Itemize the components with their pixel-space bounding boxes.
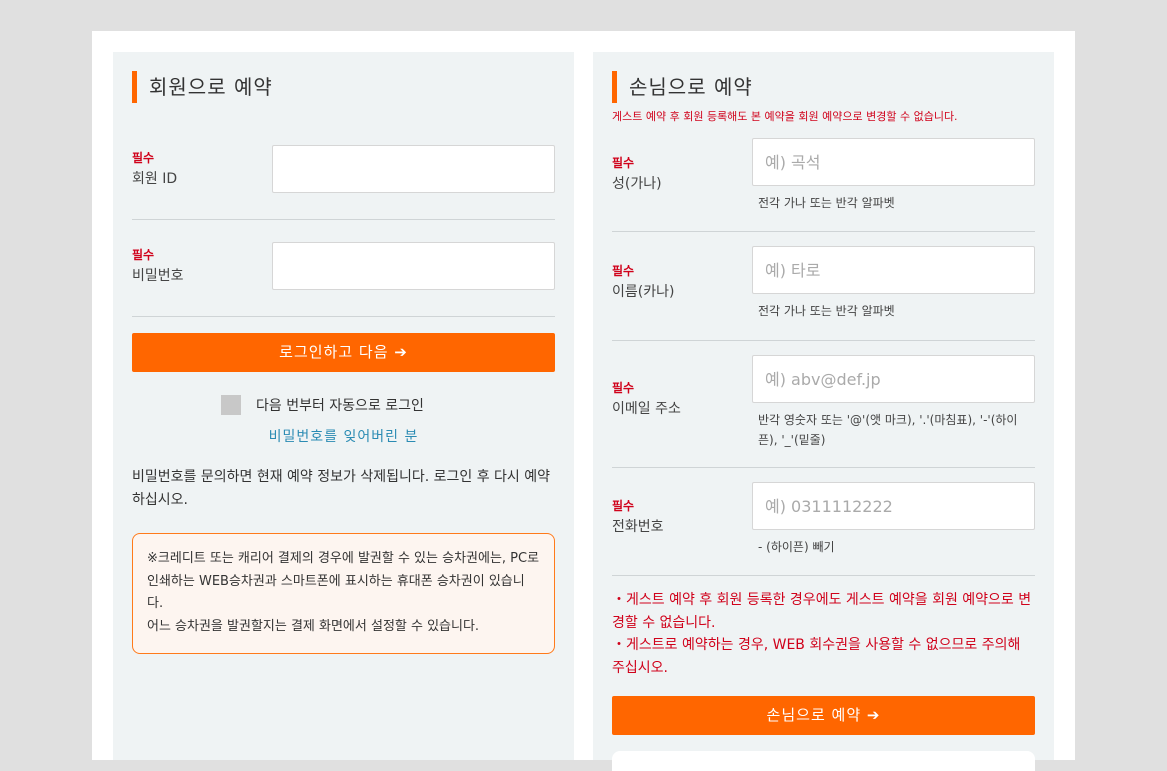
auto-login-label: 다음 번부터 자동으로 로그인 (256, 398, 424, 414)
phone-row: 필수 전화번호 - (하이픈) 빼기 (612, 482, 1035, 562)
name-label: 이름(카나) (612, 284, 675, 300)
email-hint: 반각 영숫자 또는 '@'(앳 마크), '.'(마침표), '-'(하이픈),… (758, 413, 1018, 447)
divider (612, 467, 1035, 468)
required-badge: 필수 (132, 248, 155, 262)
required-badge: 필수 (612, 499, 635, 513)
email-input[interactable] (752, 355, 1035, 403)
guest-reserve-button[interactable]: 손님으로 예약 ➔ (612, 696, 1035, 735)
login-next-button[interactable]: 로그인하고 다음 ➔ (132, 333, 555, 372)
password-label: 비밀번호 (132, 268, 184, 284)
divider (612, 231, 1035, 232)
phone-label: 전화번호 (612, 519, 664, 535)
email-label: 이메일 주소 (612, 401, 681, 417)
member-id-label: 회원 ID (132, 171, 178, 187)
required-badge: 필수 (612, 156, 635, 170)
warning-line: ・게스트 예약 후 회원 등록한 경우에도 게스트 예약을 회원 예약으로 변경… (612, 592, 1032, 631)
name-hint: 전각 가나 또는 반각 알파벳 (758, 304, 895, 318)
required-badge: 필수 (612, 264, 635, 278)
guest-note: 게스트 예약 후 회원 등록해도 본 예약을 회원 예약으로 변경할 수 없습니… (612, 110, 958, 123)
surname-label: 성(가나) (612, 176, 662, 192)
auto-login-checkbox[interactable] (221, 395, 241, 415)
guest-reservation-panel: 손님으로 예약 게스트 예약 후 회원 등록해도 본 예약을 회원 예약으로 변… (593, 52, 1054, 771)
phone-input[interactable] (752, 482, 1035, 530)
surname-input[interactable] (752, 138, 1035, 186)
divider (612, 340, 1035, 341)
guest-warnings: ・게스트 예약 후 회원 등록한 경우에도 게스트 예약을 회원 예약으로 변경… (612, 589, 1037, 679)
member-id-row: 필수 회원 ID (132, 145, 555, 193)
member-reservation-panel: 회원으로 예약 필수 회원 ID 필수 비밀번호 로그인하고 다음 ➔ 다음 번… (113, 52, 574, 760)
reservation-page: 회원으로 예약 필수 회원 ID 필수 비밀번호 로그인하고 다음 ➔ 다음 번… (92, 31, 1075, 771)
auto-login-row[interactable]: 다음 번부터 자동으로 로그인 (221, 395, 424, 415)
member-id-input[interactable] (272, 145, 555, 193)
surname-hint: 전각 가나 또는 반각 알파벳 (758, 196, 895, 210)
forgot-password-link[interactable]: 비밀번호를 잊어버린 분 (113, 426, 574, 446)
notice-line: ※크레디트 또는 캐리어 결제의 경우에 발권할 수 있는 승차권에는, PC로… (147, 551, 540, 611)
name-input[interactable] (752, 246, 1035, 294)
divider (132, 316, 555, 317)
password-info-text: 비밀번호를 문의하면 현재 예약 정보가 삭제됩니다. 로그인 후 다시 예약하… (132, 469, 551, 508)
notice-line: 어느 승차권을 발권할지는 결제 화면에서 설정할 수 있습니다. (147, 618, 480, 634)
surname-row: 필수 성(가나) 전각 가나 또는 반각 알파벳 (612, 138, 1035, 218)
ticket-notice-box: ※크레디트 또는 캐리어 결제의 경우에 발권할 수 있는 승차권에는, PC로… (132, 533, 555, 654)
member-section-title: 회원으로 예약 (132, 71, 273, 103)
required-badge: 필수 (132, 151, 155, 165)
divider (132, 219, 555, 220)
guest-section-title: 손님으로 예약 (612, 71, 753, 103)
divider (612, 575, 1035, 576)
phone-hint: - (하이픈) 빼기 (758, 540, 835, 554)
next-section-card (612, 751, 1035, 771)
password-input[interactable] (272, 242, 555, 290)
name-row: 필수 이름(카나) 전각 가나 또는 반각 알파벳 (612, 246, 1035, 326)
password-row: 필수 비밀번호 (132, 242, 555, 290)
warning-line: ・게스트로 예약하는 경우, WEB 회수권을 사용할 수 없으므로 주의해 주… (612, 637, 1021, 676)
email-row: 필수 이메일 주소 반각 영숫자 또는 '@'(앳 마크), '.'(마침표),… (612, 355, 1035, 455)
required-badge: 필수 (612, 381, 635, 395)
